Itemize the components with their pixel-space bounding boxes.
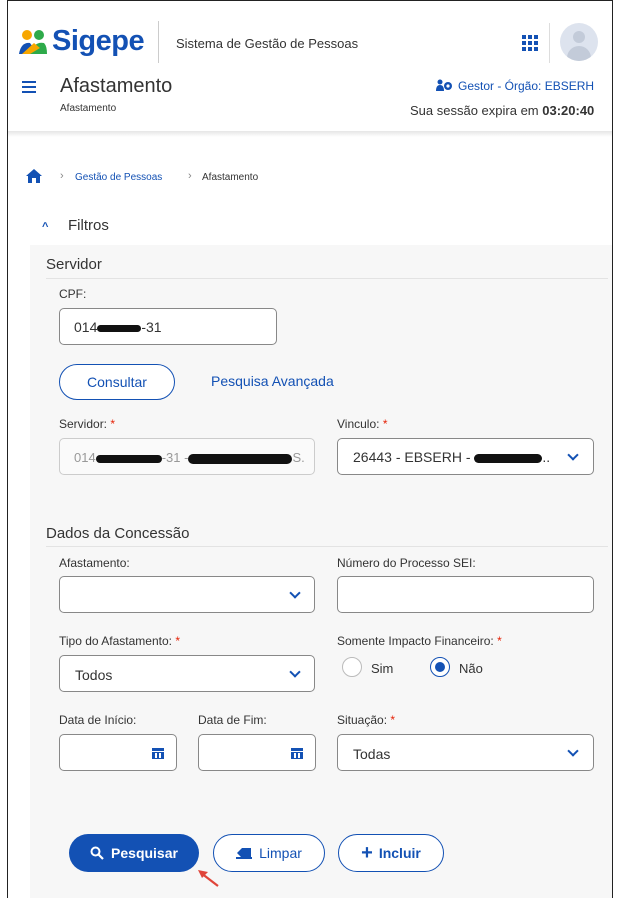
cpf-input[interactable]: 014 -31 — [59, 308, 277, 345]
app-frame: Sigepe Sistema de Gestão de Pessoas Afas… — [7, 0, 613, 898]
chevron-right-icon: › — [60, 170, 64, 182]
session-time: 03:20:40 — [542, 103, 595, 118]
data-fim-label: Data de Fim: — [198, 713, 267, 727]
processo-sei-label: Número do Processo SEI: — [337, 556, 476, 570]
chevron-down-icon — [289, 587, 301, 599]
afastamento-label: Afastamento: — [59, 556, 130, 570]
section-divider — [46, 278, 608, 279]
tipo-afastamento-value: Todos — [75, 667, 113, 683]
data-inicio-input[interactable] — [59, 734, 177, 771]
servidor-label: Servidor: * — [59, 417, 116, 431]
redaction-mark — [95, 454, 162, 463]
limpar-label: Limpar — [259, 845, 302, 861]
redaction-mark — [97, 324, 142, 332]
chevron-right-icon: › — [188, 170, 192, 182]
servidor-input: 014 -31 - S. — [59, 438, 315, 475]
limpar-button[interactable]: Limpar — [213, 834, 325, 872]
user-avatar[interactable] — [560, 23, 598, 61]
data-inicio-label: Data de Início: — [59, 713, 137, 727]
situacao-select[interactable]: Todas — [337, 734, 594, 771]
chevron-up-icon[interactable]: ^ — [42, 221, 48, 233]
radio-nao-label[interactable]: Não — [459, 661, 483, 676]
role-text: Gestor - Órgão: EBSERH — [458, 79, 595, 93]
pesquisar-button[interactable]: Pesquisar — [69, 834, 199, 872]
tipo-afastamento-select[interactable]: Todos — [59, 655, 315, 692]
impacto-financeiro-label: Somente Impacto Financeiro: * — [337, 634, 502, 648]
section-divider — [46, 546, 608, 547]
cpf-value: 014 -31 — [74, 319, 162, 335]
breadcrumb-current: Afastamento — [202, 172, 259, 183]
filters-toggle[interactable]: Filtros — [68, 217, 109, 234]
section-concessao-title: Dados da Concessão — [46, 525, 190, 542]
vinculo-select[interactable]: 26443 - EBSERH - .. — [337, 438, 594, 475]
radio-sim-label[interactable]: Sim — [371, 661, 393, 676]
vinculo-value: 26443 - EBSERH - .. — [353, 449, 551, 465]
page-title: Afastamento — [60, 75, 173, 97]
pesquisar-label: Pesquisar — [111, 845, 178, 861]
incluir-label: Incluir — [378, 845, 421, 861]
users-gear-icon — [436, 79, 452, 91]
situacao-label: Situação: * — [337, 713, 396, 727]
search-icon — [90, 846, 104, 860]
breadcrumb-link-gestao[interactable]: Gestão de Pessoas — [75, 172, 162, 183]
processo-sei-input[interactable] — [337, 576, 594, 613]
tipo-afastamento-label: Tipo do Afastamento: * — [59, 634, 180, 648]
radio-nao[interactable] — [430, 657, 450, 677]
page-subtitle: Afastamento — [60, 103, 117, 114]
radio-sim[interactable] — [342, 657, 362, 677]
header-divider — [158, 21, 159, 63]
afastamento-select[interactable] — [59, 576, 315, 613]
avatar-head-shape — [573, 31, 585, 43]
situacao-value: Todas — [353, 746, 391, 762]
home-icon[interactable] — [26, 169, 42, 183]
session-prefix: Sua sessão expira em — [410, 103, 539, 118]
redaction-mark — [188, 453, 293, 464]
servidor-value: 014 -31 - S. — [74, 450, 305, 465]
calendar-icon[interactable] — [291, 747, 303, 759]
people-logo-icon — [19, 30, 47, 54]
consultar-button[interactable]: Consultar — [59, 364, 175, 400]
filters-panel: Servidor CPF: 014 -31 Consultar Pesquisa … — [30, 245, 612, 898]
section-servidor-title: Servidor — [46, 256, 102, 273]
chevron-down-icon — [567, 449, 579, 461]
chevron-down-icon — [289, 666, 301, 678]
hamburger-menu-icon[interactable] — [22, 81, 36, 93]
cpf-label: CPF: — [59, 287, 87, 301]
arrow-annotation-icon — [198, 870, 219, 887]
apps-grid-icon[interactable] — [522, 35, 538, 51]
redaction-mark — [474, 453, 543, 463]
pesquisa-avancada-link[interactable]: Pesquisa Avançada — [211, 373, 334, 389]
vinculo-label: Vinculo: * — [337, 417, 388, 431]
avatar-body-shape — [567, 46, 591, 61]
chevron-down-icon — [567, 745, 579, 757]
app-logo[interactable]: Sigepe — [52, 25, 145, 58]
data-fim-input[interactable] — [198, 734, 316, 771]
incluir-button[interactable]: + Incluir — [338, 834, 444, 872]
eraser-icon — [236, 848, 253, 859]
system-name: Sistema de Gestão de Pessoas — [176, 36, 359, 51]
header-divider-2 — [549, 23, 550, 63]
plus-icon: + — [361, 842, 373, 864]
role-indicator[interactable]: Gestor - Órgão: EBSERH — [436, 79, 594, 93]
calendar-icon[interactable] — [152, 747, 164, 759]
session-timer: Sua sessão expira em 03:20:40 — [410, 103, 594, 118]
header-shadow — [8, 131, 612, 137]
